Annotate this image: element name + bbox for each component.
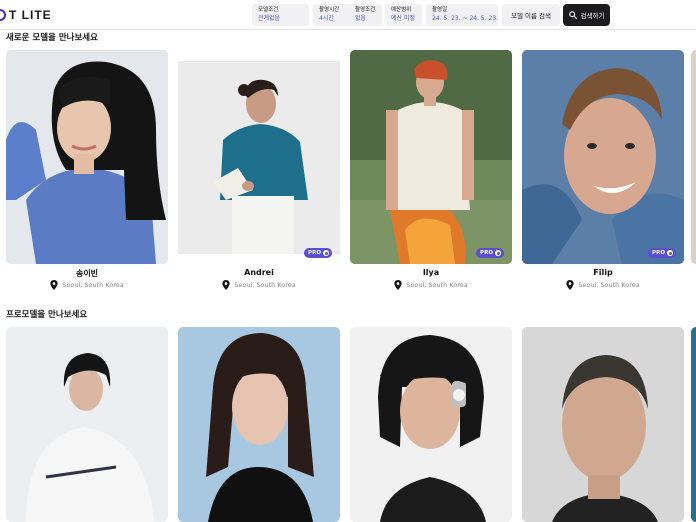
filter-label: 촬영시간 (319, 7, 340, 13)
model-photo[interactable] (178, 327, 340, 522)
model-name: 송이빈 (75, 269, 99, 278)
model-photo[interactable] (6, 50, 168, 264)
search-button[interactable]: 검색하기 (563, 4, 610, 26)
model-location-text: Seoul, South Korea (62, 281, 124, 289)
model-name: Filip (593, 268, 613, 277)
pro-check-icon (667, 250, 673, 256)
model-location-text: Seoul, South Korea (234, 281, 296, 289)
pro-badge: PRO (476, 248, 504, 258)
filter-label: 촬영조건 (355, 7, 376, 13)
filter-value: 예산 미정 (391, 15, 415, 22)
model-location: Seoul, South Korea (178, 280, 340, 290)
location-pin-icon (222, 280, 230, 290)
model-photo[interactable] (350, 327, 512, 522)
pro-badge: PRO (648, 248, 676, 258)
filter-value: 24. 5. 23. ~ 24. 5. 23. (432, 15, 499, 22)
model-card[interactable]: PRO Andrei Seoul, South Korea (178, 50, 340, 290)
section-title-new-models: 새로운 모델을 만나보세요 (6, 33, 98, 43)
next-card-peek[interactable] (691, 50, 696, 264)
model-card[interactable]: PRO Filip Seoul, South Korea (522, 50, 684, 290)
model-location: Seoul, South Korea (350, 280, 512, 290)
pro-badge: PRO (304, 248, 332, 258)
model-location-text: Seoul, South Korea (578, 281, 640, 289)
logo-text: T LITE (9, 8, 52, 22)
model-name: Andrei (244, 268, 274, 277)
pro-badge-label: PRO (652, 250, 665, 256)
filter-label: 모델조건 (258, 7, 279, 13)
pro-badge-label: PRO (308, 250, 321, 256)
pro-model-card[interactable] (522, 327, 684, 522)
model-location-text: Seoul, South Korea (406, 281, 468, 289)
filter-shoot-condition[interactable]: 촬영조건 없음 (349, 4, 382, 26)
pro-model-card[interactable] (178, 327, 340, 522)
filter-shoot-time[interactable]: 촬영시간 4시간 (313, 4, 353, 26)
filter-label: 예산범위 (391, 7, 412, 13)
filter-value: 관계없음 (258, 15, 281, 22)
model-name: Ilya (422, 268, 440, 277)
pro-model-card[interactable] (350, 327, 512, 522)
model-card[interactable]: PRO Ilya Seoul, South Korea (350, 50, 512, 290)
model-location: Seoul, South Korea (522, 280, 684, 290)
model-card[interactable]: 송이빈 Seoul, South Korea (6, 50, 168, 290)
model-photo[interactable]: PRO (350, 50, 512, 264)
pro-check-icon (495, 250, 501, 256)
next-card-peek[interactable] (691, 327, 696, 522)
model-photo[interactable]: PRO (522, 50, 684, 264)
filter-value: 없음 (355, 15, 367, 22)
location-pin-icon (394, 280, 402, 290)
model-photo[interactable] (6, 327, 168, 522)
top-header: T LITE 모델조건 관계없음 촬영시간 4시간 촬영조건 없음 예산범위 예… (0, 0, 696, 30)
section-title-pro-models: 프로모델을 만나보세요 (6, 310, 88, 320)
filter-value: 4시간 (319, 15, 334, 22)
pro-check-icon (323, 250, 329, 256)
logo[interactable]: T LITE (0, 8, 52, 22)
model-name-search-label: 모델 이름 검색 (510, 12, 551, 20)
location-pin-icon (50, 280, 58, 290)
pro-model-card[interactable] (6, 327, 168, 522)
model-name-search-button[interactable]: 모델 이름 검색 (502, 4, 560, 26)
model-photo[interactable]: PRO (178, 50, 340, 264)
model-location: Seoul, South Korea (6, 280, 168, 290)
model-photo[interactable] (522, 327, 684, 522)
search-icon (568, 11, 577, 19)
location-pin-icon (566, 280, 574, 290)
filter-model-condition[interactable]: 모델조건 관계없음 (252, 4, 309, 26)
filter-budget[interactable]: 예산범위 예산 미정 (385, 4, 422, 26)
filter-label: 촬영일 (432, 7, 448, 13)
filter-shoot-date[interactable]: 촬영일 24. 5. 23. ~ 24. 5. 23. (426, 4, 498, 26)
search-button-label: 검색하기 (580, 12, 605, 20)
pro-badge-label: PRO (480, 250, 493, 256)
logo-mark-icon (0, 9, 6, 21)
